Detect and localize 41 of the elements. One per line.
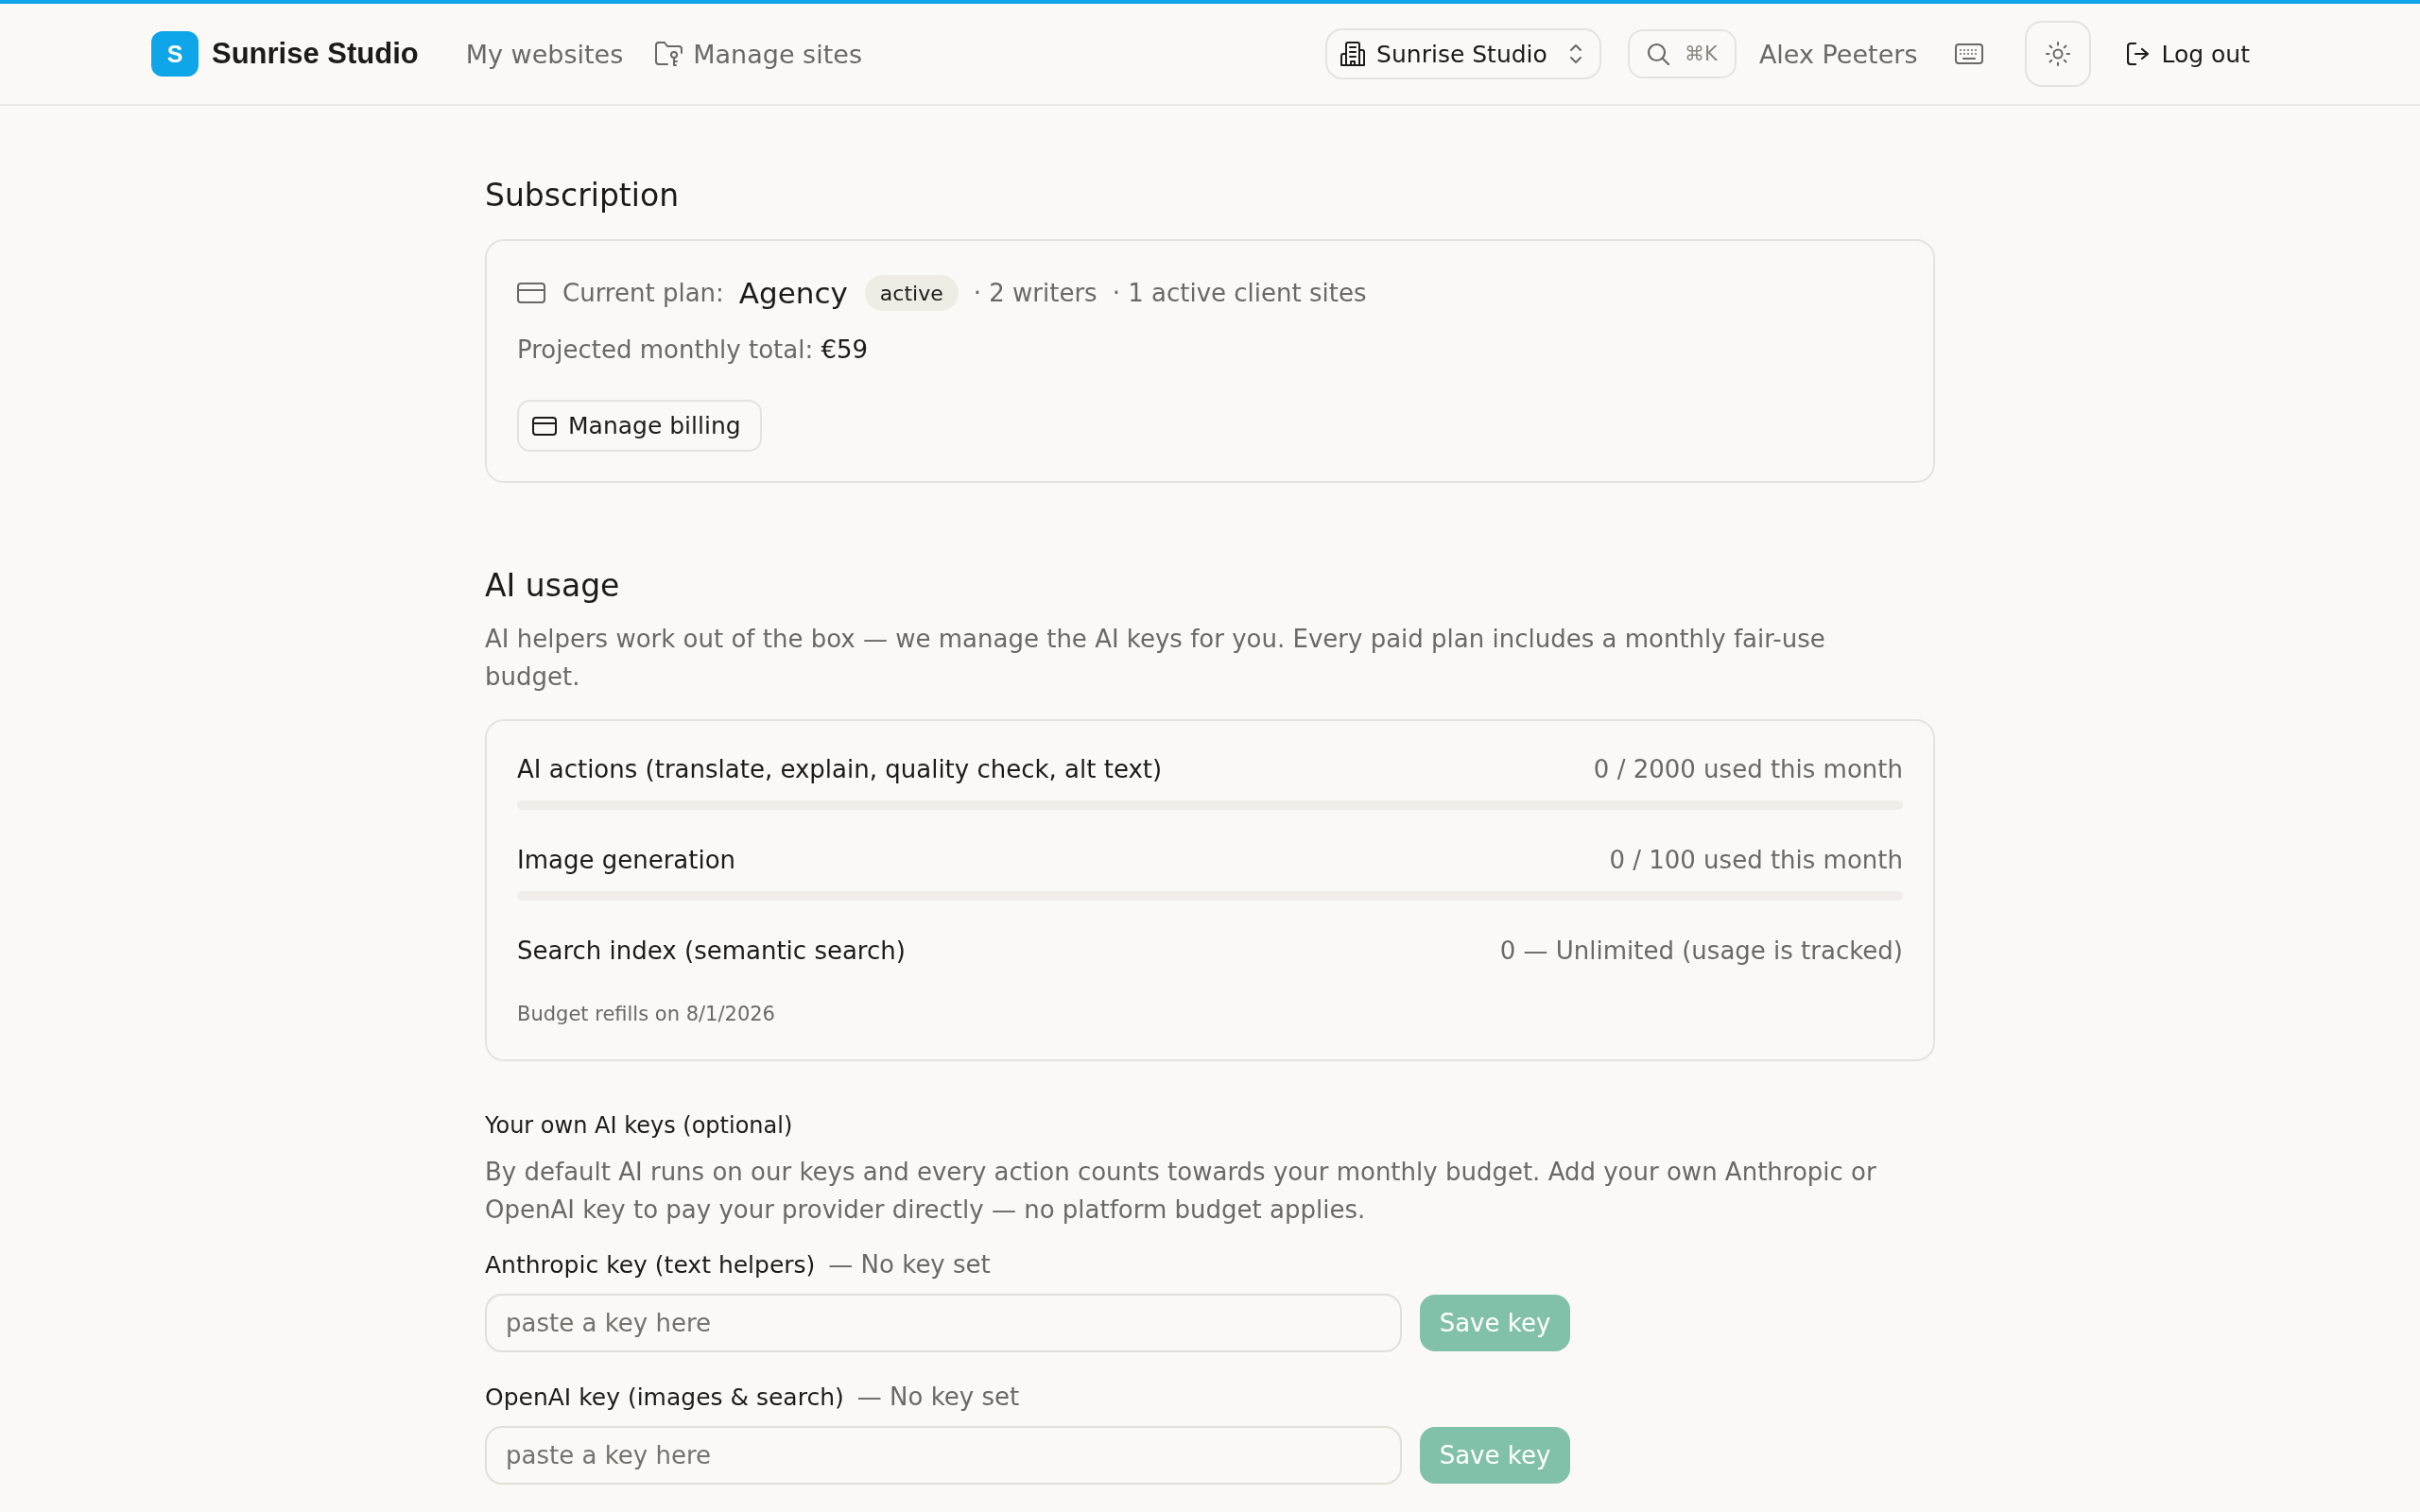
nav-link[interactable]: My websites <box>465 39 624 69</box>
section-title: AI usage <box>485 566 621 606</box>
status-badge: active <box>864 275 959 311</box>
building-icon <box>1340 42 1366 66</box>
key-status: — No key set <box>856 1383 1020 1411</box>
section-description: AI helpers work out of the box — we manage the AI keys for you. Every paid plan includes a monthly fair-use budget. <box>485 624 1826 693</box>
search-button[interactable]: ⌘K <box>1628 29 1737 78</box>
credit-card-icon <box>532 416 557 436</box>
usage-label: AI actions (translate, explain, quality check, alt text) <box>517 755 1163 783</box>
chevrons-icon <box>1569 43 1583 64</box>
search-icon <box>1647 43 1670 65</box>
refill-note: Budget refills on 8/1/2026 <box>517 1002 776 1027</box>
key-label: OpenAI key (images & search) <box>485 1383 844 1411</box>
nav-link[interactable]: Manage sites <box>655 39 862 69</box>
workspace-select[interactable]: Sunrise Studio <box>1325 28 1602 79</box>
usage-label: Search index (semantic search) <box>517 936 906 965</box>
plan-detail: · 1 active client sites <box>1112 279 1367 307</box>
usage-reading: 0 — Unlimited (usage is tracked) <box>1499 936 1903 965</box>
plan-label: Current plan: <box>562 279 724 307</box>
manage-billing-button[interactable]: Manage billing <box>517 400 762 452</box>
brand-logo: S <box>151 31 199 77</box>
folder-icon <box>655 42 684 66</box>
section-description: By default AI runs on our keys and every action counts towards your monthly budget. Add your own Anthropic or OpenAI key to pay your provider directly — no platform budget applies. <box>485 1157 1877 1226</box>
sun-icon <box>2046 42 2071 66</box>
section-title: Subscription <box>485 176 681 215</box>
keyboard-icon[interactable] <box>1955 43 1984 64</box>
logout-button[interactable]: Log out <box>2114 30 2269 77</box>
usage-label: Image generation <box>517 846 736 874</box>
logout-icon <box>2127 43 2151 65</box>
key-status: — No key set <box>828 1250 991 1279</box>
usage-reading: 0 / 100 used this month <box>1609 846 1903 874</box>
key-label: Anthropic key (text helpers) <box>485 1250 816 1279</box>
usage-reading: 0 / 2000 used this month <box>1593 755 1903 783</box>
brand-name: Sunrise Studio <box>212 37 419 71</box>
subsection-title: Your own AI keys (optional) <box>485 1111 794 1141</box>
projected-total: Projected monthly total: €59 <box>517 335 870 366</box>
user-name: Alex Peeters <box>1758 39 1918 69</box>
theme-button[interactable] <box>2025 21 2092 87</box>
plan-name: Agency <box>738 276 848 310</box>
credit-card-icon <box>517 283 545 303</box>
plan-detail: · 2 writers <box>973 279 1098 307</box>
